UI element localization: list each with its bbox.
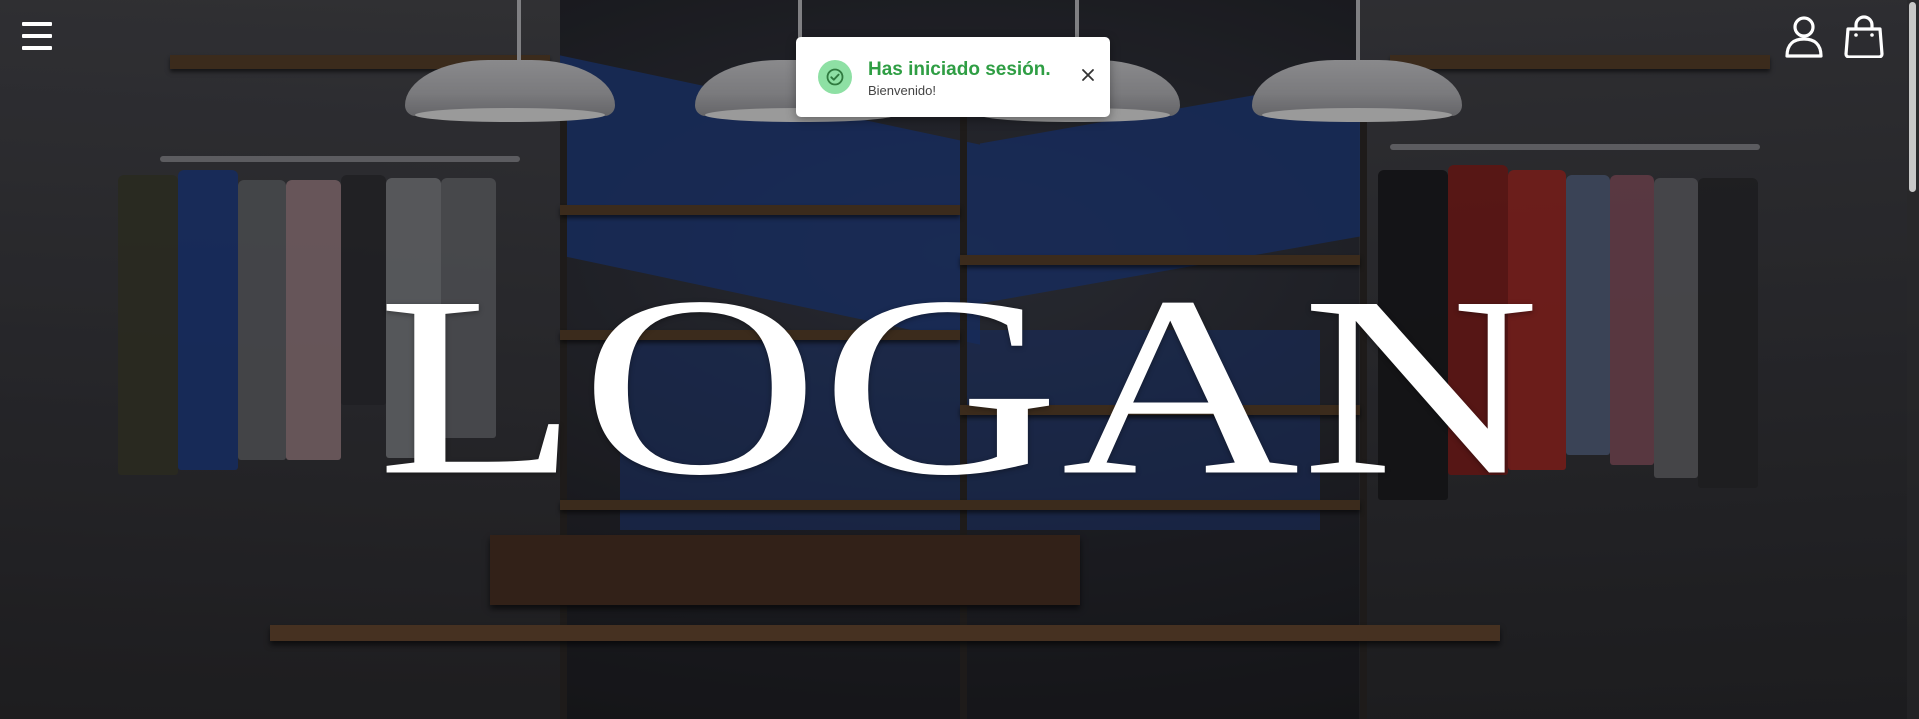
cart-button[interactable] [1843, 14, 1885, 59]
hamburger-menu-icon [22, 22, 52, 26]
close-icon [1082, 69, 1094, 81]
check-circle-icon [818, 60, 852, 94]
hamburger-menu-icon [22, 34, 52, 38]
toast-close-button[interactable] [1080, 67, 1096, 83]
user-icon [1785, 16, 1823, 58]
menu-button[interactable] [22, 22, 52, 52]
account-button[interactable] [1783, 14, 1825, 58]
hamburger-menu-icon [22, 46, 52, 50]
login-success-toast: Has iniciado sesión. Bienvenido! [796, 37, 1110, 117]
shopping-bag-icon [1844, 15, 1884, 59]
toast-message: Bienvenido! [868, 83, 936, 98]
page-scrollbar[interactable] [1907, 0, 1919, 719]
scrollbar-thumb[interactable] [1909, 2, 1916, 192]
brand-logo: LOGAN [377, 243, 1542, 529]
hero-page: LOGAN Has iniciado sesión. Bienvenido! [0, 0, 1919, 719]
toast-title: Has iniciado sesión. [868, 59, 1051, 80]
